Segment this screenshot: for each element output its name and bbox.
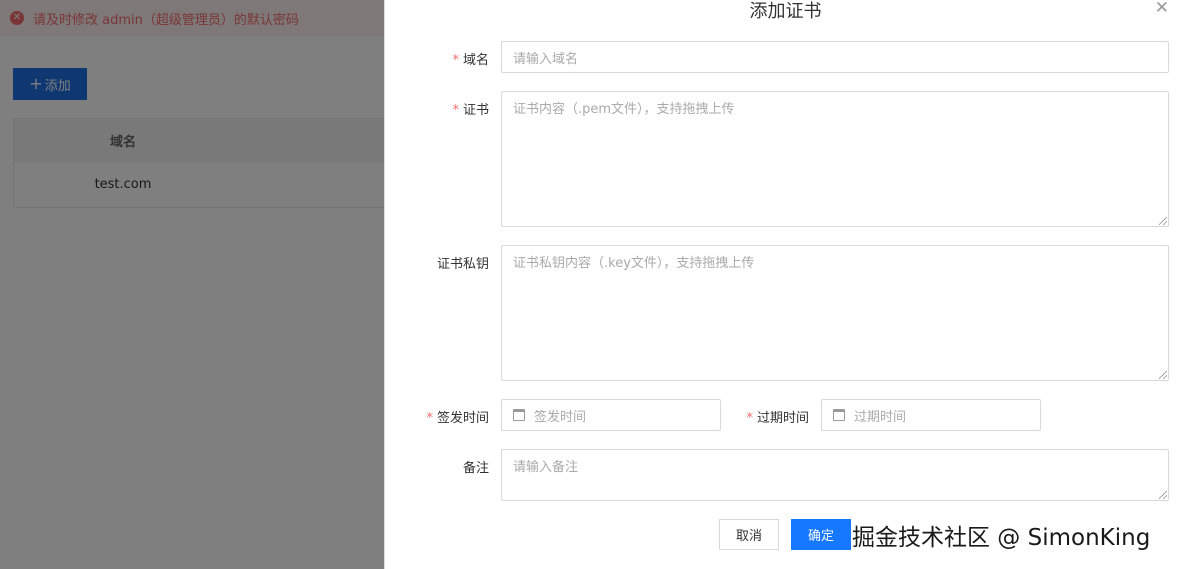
- certificate-label: * 证书: [452, 103, 489, 118]
- cancel-button[interactable]: 取消: [719, 519, 779, 550]
- expire-time-label: * 过期时间: [746, 411, 809, 426]
- add-certificate-drawer: 添加证书 ✕ * 域名 请输入域名 * 证书 证书内容（.pem文件），支持拖拽上传…: [384, 0, 1185, 569]
- remark-textarea[interactable]: 请输入备注: [501, 449, 1169, 501]
- issue-time-placeholder: 签发时间: [534, 409, 587, 425]
- domain-label: * 域名: [452, 53, 489, 68]
- required-mark: *: [426, 411, 433, 426]
- close-icon[interactable]: ✕: [1155, 0, 1169, 18]
- resize-handle-icon[interactable]: [1159, 217, 1167, 225]
- expire-time-picker[interactable]: 过期时间: [821, 399, 1041, 431]
- confirm-button[interactable]: 确定: [791, 519, 851, 550]
- expire-time-placeholder: 过期时间: [854, 409, 907, 425]
- remark-placeholder: 请输入备注: [513, 460, 579, 475]
- resize-handle-icon[interactable]: [1159, 491, 1167, 499]
- required-mark: *: [746, 411, 753, 426]
- certificate-textarea[interactable]: 证书内容（.pem文件），支持拖拽上传: [501, 91, 1169, 227]
- domain-placeholder: 请输入域名: [513, 51, 579, 67]
- required-mark: *: [452, 53, 459, 68]
- resize-handle-icon[interactable]: [1159, 371, 1167, 379]
- private-key-label: 证书私钥: [436, 257, 489, 272]
- calendar-icon: [833, 409, 845, 421]
- calendar-icon: [513, 409, 525, 421]
- private-key-textarea[interactable]: 证书私钥内容（.key文件），支持拖拽上传: [501, 245, 1169, 381]
- drawer-title: 添加证书: [749, 1, 822, 22]
- private-key-placeholder: 证书私钥内容（.key文件），支持拖拽上传: [513, 256, 755, 271]
- watermark: 掘金技术社区 @ SimonKing: [852, 525, 1151, 551]
- issue-time-label: * 签发时间: [426, 411, 489, 426]
- certificate-placeholder: 证书内容（.pem文件），支持拖拽上传: [513, 102, 735, 117]
- issue-time-picker[interactable]: 签发时间: [501, 399, 721, 431]
- remark-label: 备注: [462, 461, 489, 476]
- required-mark: *: [452, 103, 459, 118]
- domain-input[interactable]: 请输入域名: [501, 41, 1169, 73]
